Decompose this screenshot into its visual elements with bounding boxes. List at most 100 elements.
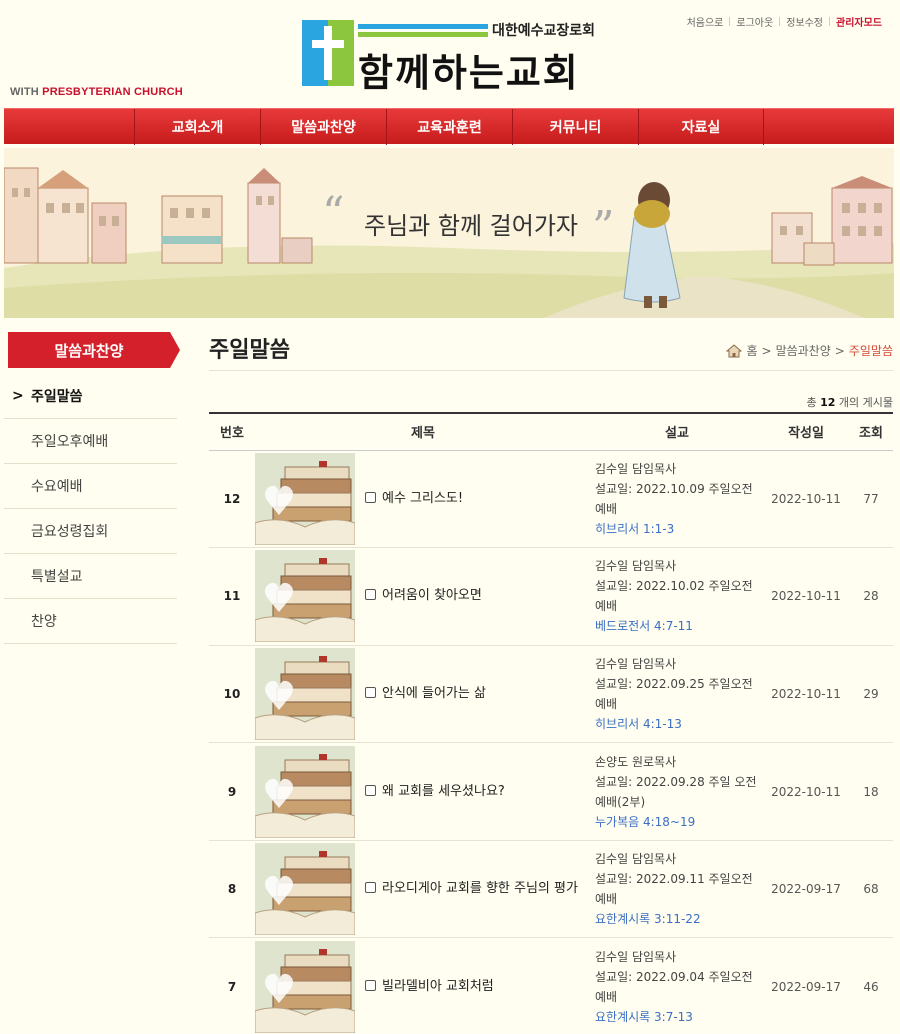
sidebar-item-sunday-afternoon[interactable]: 주일오후예배 — [4, 419, 177, 464]
util-admin-link[interactable]: 관리자모드 — [830, 14, 888, 29]
row-checkbox[interactable] — [365, 882, 376, 894]
table-row[interactable]: 10 안식에 들어가는 삶 김수일 담임목사 설교일: 2022.09.25 주… — [209, 645, 894, 744]
nav-item-community[interactable]: 커뮤니티 — [512, 109, 638, 145]
logo-stripes — [358, 24, 488, 37]
bible-book-image — [255, 452, 355, 545]
breadcrumb-separator: > — [834, 343, 845, 358]
scripture-reference[interactable]: 히브리서 1:1-3 — [595, 519, 763, 539]
post-thumbnail[interactable] — [255, 937, 355, 1034]
col-title[interactable]: 제목 — [255, 412, 592, 451]
sermon-date-service: 설교일: 2022.09.28 주일 오전예배(2부) — [595, 774, 757, 809]
bible-book-image — [255, 940, 355, 1033]
table-row[interactable]: 12 예수 그리스도! 김수일 담임목사 설교일: 2022.10.09 주일오… — [209, 450, 894, 549]
row-checkbox[interactable] — [365, 686, 376, 698]
post-title[interactable]: 어려움이 찾아오면 — [355, 547, 592, 646]
sermon-info: 손양도 원로목사 설교일: 2022.09.28 주일 오전예배(2부) 누가복… — [591, 742, 764, 841]
sermon-info: 김수일 담임목사 설교일: 2022.10.02 주일오전예배 베드로전서 4:… — [591, 547, 764, 646]
post-count: 총 12 개의 게시물 — [806, 396, 893, 409]
preacher: 김수일 담임목사 — [595, 461, 677, 476]
sidebar-item-praise[interactable]: 찬양 — [4, 599, 177, 644]
post-date: 2022-10-11 — [763, 645, 850, 744]
sidebar-item-wednesday[interactable]: 수요예배 — [4, 464, 177, 509]
table-row[interactable]: 9 왜 교회를 세우셨나요? 손양도 원로목사 설교일: 2022.09.28 … — [209, 742, 894, 841]
sidebar-item-label: 특별설교 — [31, 569, 83, 585]
post-thumbnail[interactable] — [255, 645, 355, 744]
preacher: 김수일 담임목사 — [595, 949, 677, 964]
scripture-reference[interactable]: 요한계시록 3:7-13 — [595, 1007, 763, 1027]
main-nav: 교회소개 말씀과찬양 교육과훈련 커뮤니티 자료실 — [4, 108, 894, 145]
row-checkbox[interactable] — [365, 979, 376, 991]
post-title[interactable]: 예수 그리스도! — [355, 450, 592, 549]
nav-item-resources[interactable]: 자료실 — [638, 109, 764, 145]
table-row[interactable]: 8 라오디게아 교회를 향한 주님의 평가 김수일 담임목사 설교일: 2022… — [209, 840, 894, 939]
post-views: 28 — [849, 547, 894, 646]
row-checkbox[interactable] — [365, 491, 376, 503]
post-thumbnail[interactable] — [255, 742, 355, 841]
church-tagline: WITH PRESBYTERIAN CHURCH — [10, 86, 183, 98]
home-icon[interactable] — [726, 343, 743, 358]
post-title[interactable]: 라오디게아 교회를 향한 주님의 평가 — [355, 840, 592, 939]
page-title: 주일말씀 — [209, 338, 290, 363]
post-number: 9 — [209, 742, 255, 841]
post-title[interactable]: 안식에 들어가는 삶 — [355, 645, 592, 744]
sidebar-heading: 말씀과찬양 — [8, 332, 180, 368]
sidebar-item-special[interactable]: 특별설교 — [4, 554, 177, 599]
bible-book-image — [255, 843, 355, 936]
sidebar-item-sunday-sermon[interactable]: > 주일말씀 — [4, 374, 177, 419]
title-divider — [209, 370, 893, 371]
sidebar-item-label: 찬양 — [31, 614, 57, 630]
scripture-reference[interactable]: 히브리서 4:1-13 — [595, 714, 763, 734]
table-row[interactable]: 11 어려움이 찾아오면 김수일 담임목사 설교일: 2022.10.02 주일… — [209, 547, 894, 646]
scripture-reference[interactable]: 베드로전서 4:7-11 — [595, 616, 763, 636]
post-views: 68 — [849, 840, 894, 939]
row-checkbox[interactable] — [365, 589, 376, 601]
sidebar-item-label: 주일오후예배 — [31, 434, 109, 450]
nav-item-education[interactable]: 교육과훈련 — [386, 109, 512, 145]
util-logout-link[interactable]: 로그아웃 — [730, 14, 779, 29]
row-checkbox[interactable] — [365, 784, 376, 796]
breadcrumb-home[interactable]: 홈 — [746, 342, 757, 359]
breadcrumb: 홈 > 말씀과찬양 > 주일말씀 — [726, 342, 893, 359]
post-date: 2022-09-17 — [763, 840, 850, 939]
scripture-reference[interactable]: 누가복음 4:18~19 — [595, 812, 763, 832]
post-views: 29 — [849, 645, 894, 744]
sermon-date-service: 설교일: 2022.09.04 주일오전예배 — [595, 969, 753, 1004]
sermon-info: 김수일 담임목사 설교일: 2022.09.25 주일오전예배 히브리서 4:1… — [591, 645, 764, 744]
table-header-row: 번호 제목 설교 작성일 조회 — [209, 412, 894, 451]
preacher: 김수일 담임목사 — [595, 559, 677, 574]
page: WITH PRESBYTERIAN CHURCH 대한예수교장로회 함께하는교회… — [0, 0, 900, 1034]
scripture-reference[interactable]: 요한계시록 3:11-22 — [595, 909, 763, 929]
col-views[interactable]: 조회 — [849, 412, 894, 451]
breadcrumb-section[interactable]: 말씀과찬양 — [776, 342, 831, 359]
utility-links: 처음으로 로그아웃 정보수정 관리자모드 — [681, 14, 888, 29]
post-date: 2022-09-17 — [763, 937, 850, 1034]
nav-item-about[interactable]: 교회소개 — [134, 109, 260, 145]
sidebar-menu: > 주일말씀 주일오후예배 수요예배 금요성령집회 특별설교 찬양 — [4, 374, 177, 644]
sermon-table: 번호 제목 설교 작성일 조회 12 예수 그리스도! 김수일 담임목사 설교일… — [209, 412, 894, 1034]
col-number[interactable]: 번호 — [209, 412, 255, 451]
church-logo[interactable]: 대한예수교장로회 함께하는교회 — [302, 18, 602, 95]
table-row[interactable]: 7 빌라델비아 교회처럼 김수일 담임목사 설교일: 2022.09.04 주일… — [209, 937, 894, 1034]
sermon-info: 김수일 담임목사 설교일: 2022.10.09 주일오전예배 히브리서 1:1… — [591, 450, 764, 549]
sidebar-item-label: 주일말씀 — [31, 389, 83, 405]
post-thumbnail[interactable] — [255, 450, 355, 549]
cross-logo-icon — [302, 20, 354, 86]
post-title[interactable]: 빌라델비아 교회처럼 — [355, 937, 592, 1034]
col-sermon[interactable]: 설교 — [591, 412, 764, 451]
util-profile-link[interactable]: 정보수정 — [780, 14, 829, 29]
post-thumbnail[interactable] — [255, 840, 355, 939]
sidebar-item-label: 금요성령집회 — [31, 524, 109, 540]
preacher: 손양도 원로목사 — [595, 754, 677, 769]
post-title[interactable]: 왜 교회를 세우셨나요? — [355, 742, 592, 841]
sidebar-item-friday[interactable]: 금요성령집회 — [4, 509, 177, 554]
sidebar-item-label: 수요예배 — [31, 479, 83, 495]
util-home-link[interactable]: 처음으로 — [681, 14, 730, 29]
chevron-right-icon: > — [12, 388, 24, 404]
sermon-date-service: 설교일: 2022.09.25 주일오전예배 — [595, 676, 753, 711]
post-thumbnail[interactable] — [255, 547, 355, 646]
sermon-date-service: 설교일: 2022.09.11 주일오전예배 — [595, 872, 753, 907]
nav-item-word-praise[interactable]: 말씀과찬양 — [260, 109, 386, 145]
post-number: 7 — [209, 937, 255, 1034]
col-date[interactable]: 작성일 — [763, 412, 850, 451]
post-number: 8 — [209, 840, 255, 939]
